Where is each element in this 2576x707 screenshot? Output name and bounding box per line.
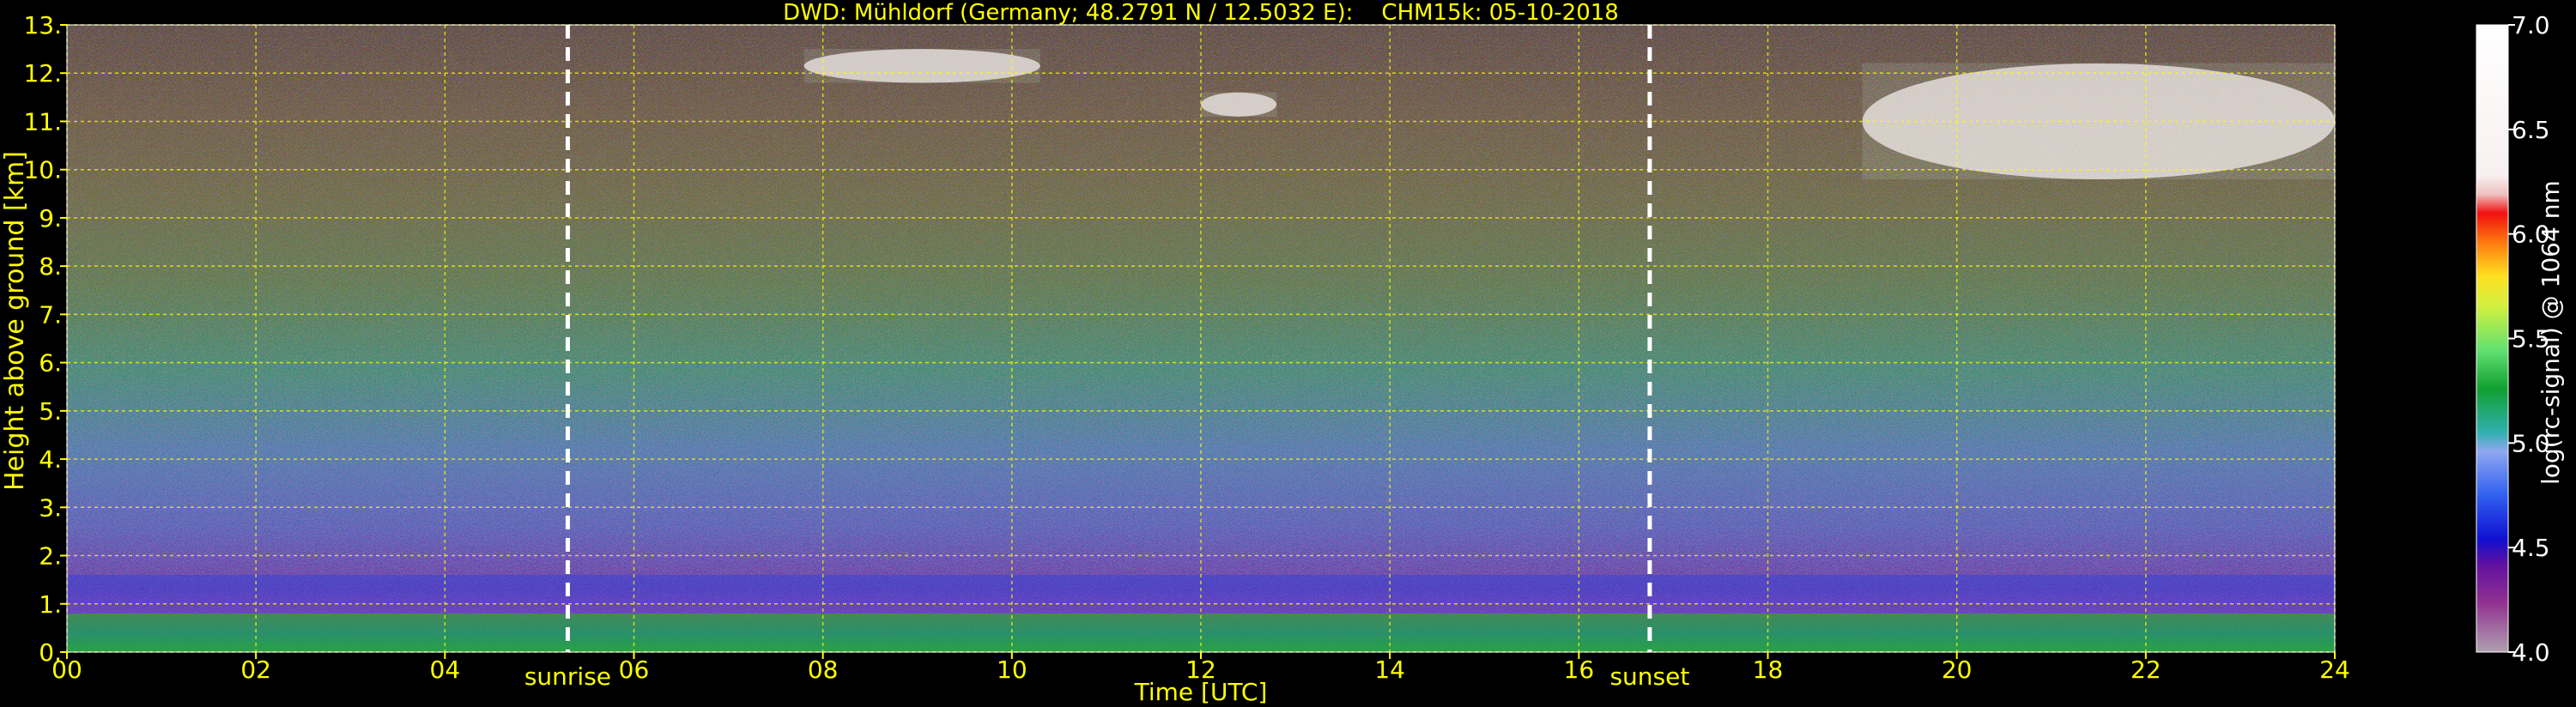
x-tick-label: 04 — [430, 656, 461, 684]
x-tick-label: 14 — [1374, 656, 1405, 684]
colorbar: 4.0 4.5 5.0 5.5 6.0 6.5 7.0 — [2476, 11, 2550, 667]
y-tick-label: 2. — [39, 542, 62, 571]
lidar-chart: DWD: Mühldorf (Germany; 48.2791 N / 12.5… — [0, 0, 2576, 707]
cloud-layer-4 — [1201, 92, 1277, 117]
y-tick-label: 13. — [23, 11, 62, 39]
x-tick-label: 08 — [808, 656, 839, 684]
x-tick-label: 10 — [997, 656, 1027, 684]
y-tick-label: 3. — [39, 493, 62, 522]
colorbar-tick-label: 6.5 — [2512, 116, 2550, 144]
colorbar-tick-label: 4.5 — [2512, 534, 2550, 562]
x-tick-label: 24 — [2319, 656, 2350, 684]
x-tick-label: 18 — [1753, 656, 1784, 684]
x-tick-label: 20 — [1942, 656, 1973, 684]
colorbar-tick-label: 4.0 — [2512, 638, 2550, 667]
y-tick-label: 4. — [39, 445, 62, 474]
x-tick-label: 16 — [1564, 656, 1595, 684]
colorbar-ramp — [2476, 24, 2509, 653]
y-tick-label: 7. — [39, 300, 62, 329]
y-tick-label: 8. — [39, 252, 62, 281]
y-tick-label: 0. — [39, 638, 62, 667]
y-tick-label: 1. — [39, 590, 62, 619]
marker-label-sunrise: sunrise — [524, 662, 611, 691]
x-axis-label: Time [UTC] — [1134, 678, 1268, 706]
y-tick-label: 5. — [39, 397, 62, 426]
colorbar-tick-label: 5.5 — [2512, 325, 2550, 354]
x-tick-label: 06 — [619, 656, 650, 684]
y-tick-label: 12. — [23, 59, 62, 88]
y-tick-label: 6. — [39, 349, 62, 378]
aerosol-layer-2 — [67, 575, 2335, 614]
y-tick-label: 9. — [39, 204, 62, 233]
cloud-layer-5 — [1862, 63, 2336, 179]
heatmap-plot-area — [67, 25, 2336, 652]
marker-label-sunset: sunset — [1609, 662, 1689, 691]
chart-canvas: sunrise sunset 00 02 04 06 08 10 12 14 16 18 20 22 24… — [23, 11, 2550, 706]
y-tick-label: 11. — [23, 107, 62, 136]
colorbar-tick-label: 6.0 — [2512, 221, 2550, 249]
colorbar-tick-label: 7.0 — [2512, 11, 2550, 39]
cloud-layer-3 — [803, 49, 1040, 83]
y-tick-label: 10. — [23, 156, 62, 184]
aerosol-layer-1 — [67, 613, 2335, 652]
colorbar-tick-label: 5.0 — [2512, 429, 2550, 457]
x-tick-label: 22 — [2131, 656, 2161, 684]
x-tick-label: 02 — [240, 656, 271, 684]
